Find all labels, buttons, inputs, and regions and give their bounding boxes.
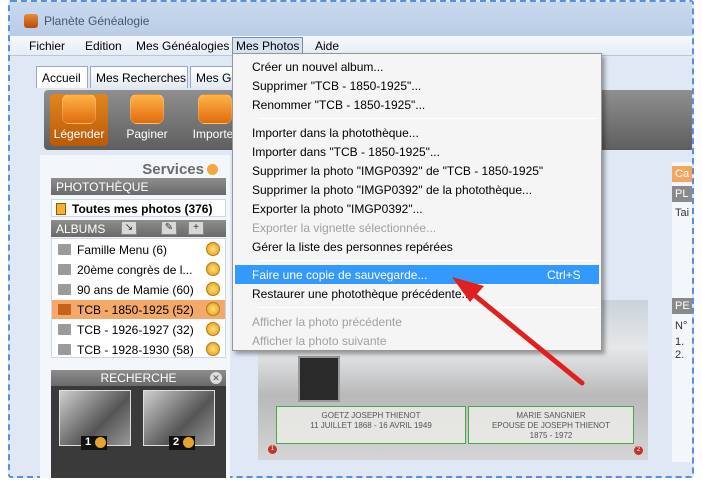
paginer-button[interactable]: Paginer (118, 94, 176, 146)
menu-item-photo-suivante: Afficher la photo suivante (252, 334, 387, 348)
album-label: TCB - 1928-1930 (58) (77, 343, 194, 357)
thumbnail-badge: 2 (169, 436, 195, 450)
albums-title: ALBUMS (56, 222, 106, 236)
album-add-icon[interactable]: + (188, 221, 204, 235)
folder-icon (58, 324, 71, 335)
menu-mes-genealogies[interactable]: Mes Généalogies (133, 39, 232, 53)
album-item[interactable]: TCB - 1928-1930 (58) (52, 340, 225, 359)
coin-icon (95, 437, 106, 448)
menu-item-exporter-vignette: Exporter la vignette sélectionnée... (252, 221, 437, 235)
recherche-header[interactable]: RECHERCHE ✕ (51, 370, 226, 386)
services-title: Services (142, 161, 204, 178)
right-text-tai: Tai (675, 207, 690, 219)
album-list: Famille Menu (6) 20ème congrès de l... 9… (51, 238, 226, 358)
folder-icon (58, 244, 71, 255)
phototheque-title: PHOTOTHÈQUE (56, 180, 149, 194)
tab-mes-recherches[interactable]: Mes Recherches (90, 66, 188, 88)
legender-button[interactable]: Légender (50, 94, 108, 146)
album-item[interactable]: TCB - 1926-1927 (32) (52, 320, 225, 339)
plaque-left[interactable]: GOETZ JOSEPH THIENOT 11 JUILLET 1868 - 1… (276, 406, 466, 444)
menu-item-importer-album[interactable]: Importer dans "TCB - 1850-1925"... (235, 142, 599, 161)
services-toggle-icon[interactable] (207, 164, 218, 175)
right-tab[interactable]: Ca (672, 166, 692, 182)
albums-header: ALBUMS ↘ ✎ + (51, 220, 226, 237)
globe-icon[interactable] (206, 262, 220, 276)
folder-icon (58, 304, 71, 315)
menu-item-copie-sauvegarde[interactable]: Faire une copie de sauvegarde... Ctrl+S (235, 265, 599, 284)
menu-item-copie-sauvegarde-label: Faire une copie de sauvegarde... (252, 268, 428, 282)
phototheque-header: PHOTOTHÈQUE (51, 178, 226, 195)
globe-icon[interactable] (206, 282, 220, 296)
album-item[interactable]: 90 ans de Mamie (60) (52, 280, 225, 299)
all-photos-label: Toutes mes photos (376) (72, 202, 213, 216)
right-section-pl: PL (672, 186, 692, 202)
menu-item-exporter-photo[interactable]: Exporter la photo "IMGP0392"... (235, 199, 599, 218)
menu-separator (259, 307, 597, 308)
album-label: Famille Menu (6) (77, 243, 168, 257)
recherche-title: RECHERCHE (100, 371, 177, 385)
album-item-selected[interactable]: TCB - 1850-1925 (52) (52, 300, 225, 319)
photo-stack-icon (56, 203, 66, 215)
right-text-2: 2. (675, 349, 685, 361)
page-icon (130, 94, 164, 124)
marker-left[interactable]: 1 (268, 445, 277, 454)
services-header: Services (40, 161, 218, 179)
tab-accueil[interactable]: Accueil (36, 66, 88, 88)
right-text-no: N° (675, 320, 688, 332)
menu-separator (259, 118, 597, 119)
shortcut-ctrl-s: Ctrl+S (547, 268, 581, 282)
globe-icon[interactable] (206, 322, 220, 336)
album-label: TCB - 1926-1927 (32) (77, 323, 194, 337)
menu-item-supprimer-photo-album[interactable]: Supprimer la photo "IMGP0392" de "TCB - … (235, 161, 599, 180)
album-label: TCB - 1850-1925 (52) (77, 303, 194, 317)
album-import-icon[interactable]: ↘ (121, 221, 137, 235)
album-label: 20ème congrès de l... (77, 263, 193, 277)
paginer-label: Paginer (126, 127, 168, 141)
mes-photos-dropdown: Créer un nouvel album... Supprimer "TCB … (232, 53, 602, 351)
folder-icon (58, 344, 71, 355)
album-item[interactable]: 20ème congrès de l... (52, 260, 225, 279)
menu-fichier[interactable]: Fichier (26, 39, 68, 53)
app-logo-icon (24, 14, 38, 28)
album-label: 90 ans de Mamie (60) (77, 283, 194, 297)
album-item[interactable]: Famille Menu (6) (52, 240, 225, 259)
folder-icon (58, 264, 71, 275)
globe-icon[interactable] (206, 302, 220, 316)
right-panel: Ca PL Tai PE N° 1. 2. (672, 162, 692, 462)
app-title: Planète Généalogie (44, 14, 150, 28)
speech-bubble-icon (62, 94, 96, 124)
menu-item-supprimer-album[interactable]: Supprimer "TCB - 1850-1925"... (235, 76, 599, 95)
title-bar: Planète Généalogie (10, 2, 692, 36)
right-section-pe: PE (672, 298, 692, 314)
marker-right[interactable]: 2 (634, 446, 643, 455)
globe-icon[interactable] (206, 342, 220, 356)
menu-item-creer-album[interactable]: Créer un nouvel album... (235, 57, 599, 76)
plaque-right[interactable]: MARIE SANGNIER EPOUSE DE JOSEPH THIENOT … (468, 406, 634, 444)
thumbnail-badge: 1 (81, 436, 107, 450)
menu-item-gerer-personnes[interactable]: Gérer la liste des personnes repérées (235, 237, 599, 256)
globe-icon[interactable] (206, 242, 220, 256)
portrait-frame (298, 356, 340, 402)
album-edit-icon[interactable]: ✎ (161, 221, 177, 235)
importer-label: Importer (192, 127, 238, 141)
menu-item-restaurer-phototheque[interactable]: Restaurer une photothèque précédente... (235, 284, 599, 303)
menu-item-importer-phototheque[interactable]: Importer dans la photothèque... (235, 123, 599, 142)
menu-edition[interactable]: Edition (82, 39, 125, 53)
menu-item-renommer-album[interactable]: Renommer "TCB - 1850-1925"... (235, 95, 599, 114)
menu-aide[interactable]: Aide (312, 39, 342, 53)
search-thumbnails: 1 2 (51, 386, 226, 478)
legender-label: Légender (53, 127, 105, 141)
folder-icon (58, 284, 71, 295)
coin-icon (183, 437, 194, 448)
close-icon[interactable]: ✕ (210, 372, 222, 384)
right-text-1: 1. (675, 336, 685, 348)
menu-item-photo-precedente: Afficher la photo précédente (252, 315, 402, 329)
import-icon (198, 94, 232, 124)
menu-item-supprimer-photo-phototheque[interactable]: Supprimer la photo "IMGP0392" de la phot… (235, 180, 599, 199)
badge-number: 2 (173, 436, 180, 448)
all-photos-item[interactable]: Toutes mes photos (376) (51, 199, 226, 217)
badge-number: 1 (85, 436, 92, 448)
menu-separator (259, 260, 597, 261)
